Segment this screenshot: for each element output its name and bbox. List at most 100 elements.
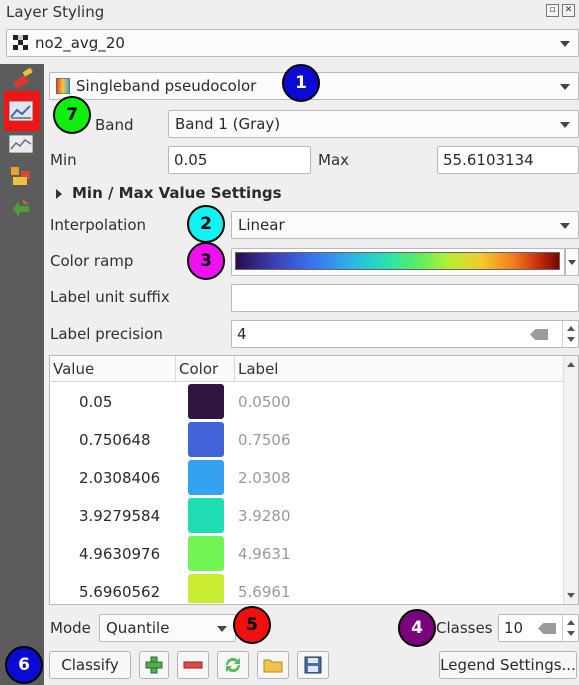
refresh-icon [225,657,241,673]
row-label: 3.9280 [238,507,291,525]
table-row[interactable]: 0.05 0.0500 [50,383,563,421]
mode-select[interactable]: Quantile [99,614,236,642]
row-color-swatch[interactable] [188,422,224,457]
annotation-badge-5: 5 [233,606,271,644]
min-value: 0.05 [174,151,208,169]
annotation-badge-4: 4 [398,609,436,647]
layers-icon[interactable] [9,165,33,187]
raster-layer-icon [13,35,28,50]
annotation-badge-1: 1 [282,64,320,102]
history-icon[interactable] [9,197,33,219]
layer-select[interactable]: no2_avg_20 [6,29,579,57]
column-header-label[interactable]: Label [235,356,563,382]
annotation-badge-3: 3 [187,242,225,280]
chevron-down-icon [217,626,227,632]
pseudocolor-icon [56,78,70,94]
band-label: Band [95,116,134,134]
chevron-down-icon [560,223,570,229]
row-color-swatch[interactable] [188,498,224,533]
min-input[interactable]: 0.05 [168,146,311,174]
table-row[interactable]: 5.6960562 5.6961 [50,573,563,603]
min-label: Min [50,151,77,169]
max-value: 55.6103134 [443,151,534,169]
spin-buttons[interactable] [562,615,578,641]
row-value: 4.9630976 [79,545,161,563]
spin-buttons[interactable] [562,321,578,347]
classes-spinbox[interactable]: 10 [498,614,579,642]
row-color-swatch[interactable] [188,384,224,419]
save-colormap-button[interactable] [297,651,329,679]
table-row[interactable]: 3.9279584 3.9280 [50,497,563,535]
max-label: Max [318,151,350,169]
row-color-swatch[interactable] [188,536,224,571]
classify-button-label: Classify [61,656,119,674]
panel-title: Layer Styling [6,3,105,21]
symbology-icon[interactable] [9,101,33,121]
color-ramp-menu-button[interactable] [565,248,579,276]
plus-icon [145,656,163,674]
renderer-value: Singleband pseudocolor [76,77,257,95]
minus-icon [183,661,203,669]
layer-select-value: no2_avg_20 [35,34,125,52]
band-select[interactable]: Band 1 (Gray) [168,110,579,138]
table-header: Value Color Label [50,356,563,382]
sidebar-strip [0,64,44,685]
row-value: 5.6960562 [79,583,161,601]
minmax-section-header[interactable]: Min / Max Value Settings [72,184,282,202]
row-value: 0.750648 [79,431,151,449]
row-label: 0.7506 [238,431,291,449]
row-color-swatch[interactable] [188,574,224,603]
row-label: 2.0308 [238,469,291,487]
label-precision-value: 4 [237,325,247,343]
max-input[interactable]: 55.6103134 [437,146,579,174]
row-value: 3.9279584 [79,507,161,525]
row-value: 2.0308406 [79,469,161,487]
row-label: 5.6961 [238,583,291,601]
annotation-badge-6: 6 [5,646,43,684]
histogram-icon[interactable] [9,135,33,153]
float-panel-button[interactable]: ▫ [546,4,559,17]
classify-button[interactable]: Classify [49,651,131,679]
title-buttons: ▫ ✕ [546,4,575,17]
clear-icon[interactable] [530,329,548,340]
classes-table[interactable]: Value Color Label 0.05 0.0500 0.750648 0… [49,355,579,605]
annotation-badge-7: 7 [53,96,91,134]
row-color-swatch[interactable] [188,460,224,495]
mode-value: Quantile [106,619,170,637]
label-unit-suffix-label: Label unit suffix [50,288,170,306]
row-label: 4.9631 [238,545,291,563]
label-precision-spinbox[interactable]: 4 [231,320,579,348]
interpolation-value: Linear [238,216,285,234]
chevron-down-icon [560,41,570,47]
label-unit-suffix-input[interactable] [231,284,579,312]
column-header-value[interactable]: Value [50,356,176,382]
label-precision-label: Label precision [50,325,163,343]
remove-class-button[interactable] [177,651,209,679]
mode-label: Mode [50,619,91,637]
load-colormap-button[interactable] [257,651,289,679]
classes-label: Classes [436,619,493,637]
folder-icon [263,659,283,673]
band-value: Band 1 (Gray) [175,115,281,133]
reverse-order-button[interactable] [217,651,249,679]
color-ramp-label: Color ramp [50,252,134,270]
clear-icon[interactable] [538,623,556,634]
classes-value: 10 [504,619,524,637]
color-ramp-preview [235,252,560,270]
table-row[interactable]: 2.0308406 2.0308 [50,459,563,497]
close-panel-button[interactable]: ✕ [562,4,575,17]
add-class-button[interactable] [139,651,169,679]
paintbrush-icon[interactable] [11,68,35,90]
interpolation-select[interactable]: Linear [231,211,579,239]
chevron-down-icon [560,84,570,90]
column-header-color[interactable]: Color [176,356,235,382]
chevron-down-icon [560,122,570,128]
expand-arrow-icon[interactable] [56,189,62,199]
table-row[interactable]: 4.9630976 4.9631 [50,535,563,573]
row-label: 0.0500 [238,393,291,411]
table-scrollbar[interactable] [563,356,578,604]
legend-settings-button[interactable]: Legend Settings... [439,651,577,679]
chevron-down-icon [568,260,576,265]
table-row[interactable]: 0.750648 0.7506 [50,421,563,459]
save-icon [304,656,322,674]
